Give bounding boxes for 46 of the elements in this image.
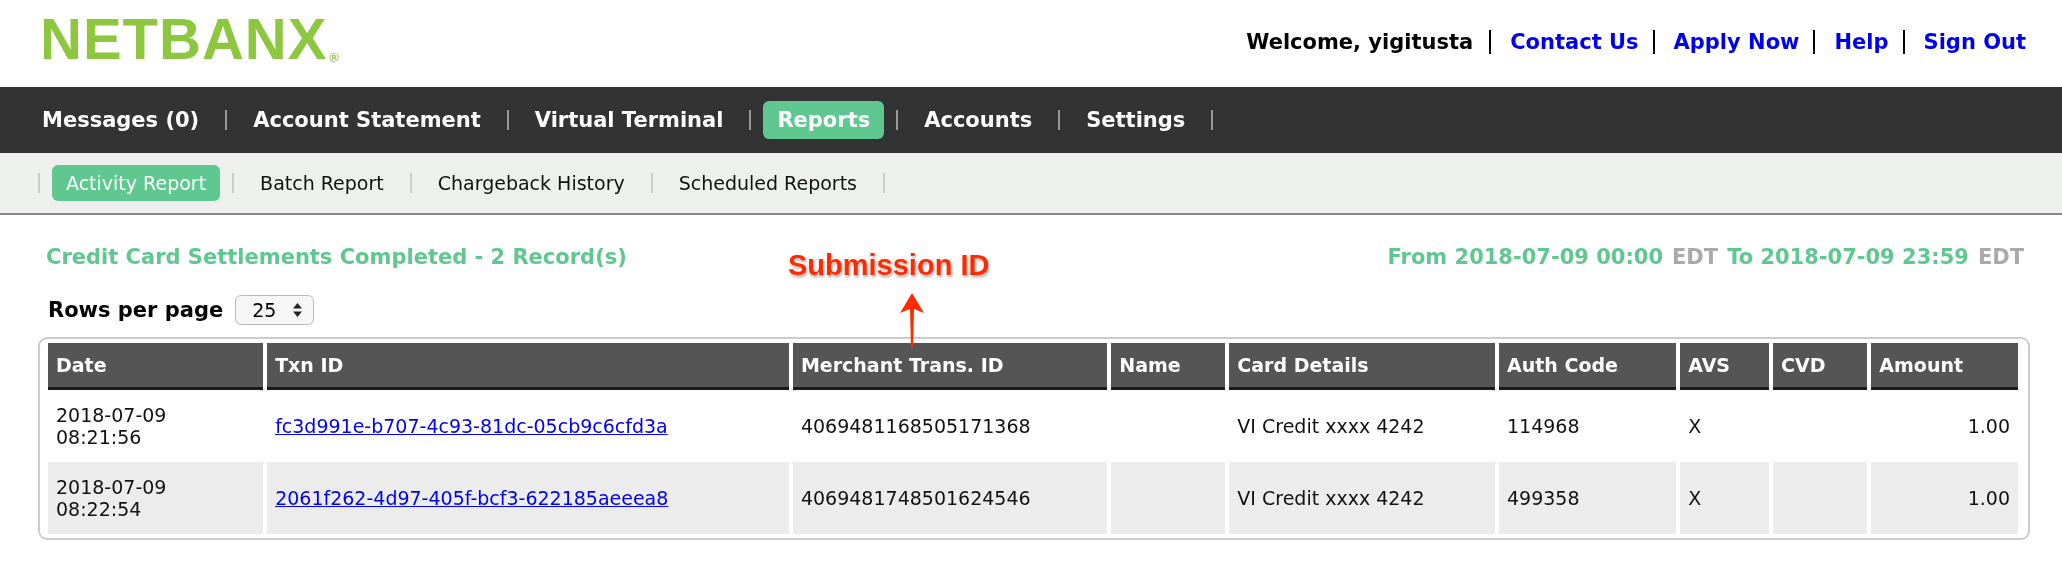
column-header: AVS — [1680, 343, 1770, 390]
column-header: CVD — [1773, 343, 1868, 390]
column-header: Auth Code — [1499, 343, 1677, 390]
table-cell: VI Credit xxxx 4242 — [1237, 415, 1425, 437]
nav-tab[interactable]: Accounts — [910, 101, 1047, 139]
header-link[interactable]: Contact Us — [1489, 29, 1653, 54]
table-cell-text: 2018-07-09 08:21:56 — [56, 404, 168, 448]
header-link[interactable]: Sign Out — [1902, 29, 2026, 54]
table-cell: X — [1688, 487, 1702, 509]
column-header: Amount — [1871, 343, 2018, 390]
welcome-text: Welcome, yigitusta — [1246, 29, 1475, 54]
timezone-label: EDT — [1672, 245, 1719, 269]
column-header: Txn ID — [267, 343, 789, 390]
sub-tab[interactable]: Scheduled Reports — [664, 165, 871, 201]
date-range-text: From 2018-07-09 00:00 — [1387, 245, 1663, 269]
table-cell-text: 2018-07-09 08:22:54 — [56, 476, 168, 520]
nav-tab[interactable]: Virtual Terminal — [520, 101, 738, 139]
table-cell: 4069481748501624546 — [800, 487, 1031, 509]
txn-id-link[interactable]: fc3d991e-b707-4c93-81dc-05cb9c6cfd3a — [275, 415, 668, 437]
logo: NETBANX® — [40, 9, 339, 68]
annotation-arrow — [897, 291, 927, 349]
table-cell: 1.00 — [1967, 487, 2010, 509]
header-link[interactable]: Help — [1813, 29, 1903, 54]
table-cell: VI Credit xxxx 4242 — [1237, 487, 1425, 509]
sub-tab[interactable]: Batch Report — [246, 165, 398, 201]
nav-tab[interactable]: Settings — [1072, 101, 1200, 139]
column-header: Name — [1111, 343, 1226, 390]
table-cell: 1.00 — [1967, 415, 2010, 437]
rows-per-page-label: Rows per page — [48, 298, 224, 322]
report-title: Credit Card Settlements Completed - 2 Record(s) — [46, 245, 627, 269]
table-cell: X — [1688, 415, 1702, 437]
table-cell: 499358 — [1507, 487, 1580, 509]
rows-per-page-select[interactable]: 25 — [235, 295, 315, 325]
nav-tab[interactable]: Messages (0) — [28, 101, 214, 139]
column-header: Merchant Trans. ID — [792, 343, 1108, 390]
column-header: Date — [48, 343, 264, 390]
timezone-label: EDT — [1977, 245, 2024, 269]
annotation-label: Submission ID — [788, 249, 990, 282]
table-cell: 114968 — [1507, 415, 1580, 437]
column-header: Card Details — [1229, 343, 1495, 390]
table-cell: 4069481168505171368 — [800, 415, 1031, 437]
header-link[interactable]: Apply Now — [1652, 29, 1814, 54]
date-range-text: To 2018-07-09 23:59 — [1727, 245, 1969, 269]
stepper-icon — [292, 302, 304, 318]
nav-tab[interactable]: Account Statement — [239, 101, 495, 139]
sub-tab[interactable]: Chargeback History — [423, 165, 639, 201]
